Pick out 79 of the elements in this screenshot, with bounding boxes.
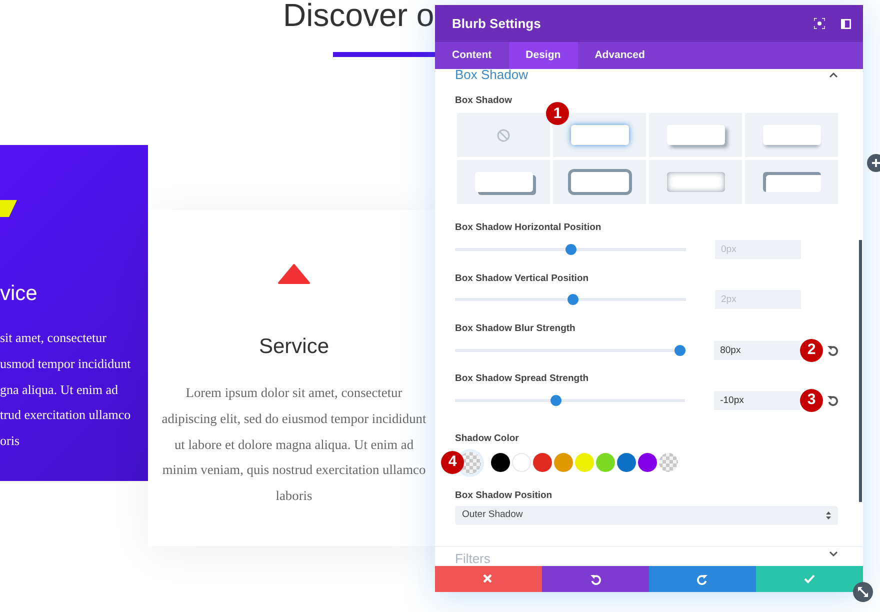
- color-swatch[interactable]: [617, 453, 636, 472]
- resize-icon: [858, 587, 868, 597]
- shadow-preview-icon: [762, 125, 820, 146]
- shadow-preview-icon: [762, 172, 820, 192]
- shadow-preset[interactable]: [553, 160, 646, 204]
- triangle-icon: [278, 264, 310, 284]
- field-label: Shadow Color: [455, 432, 520, 446]
- scrollbar[interactable]: [859, 240, 862, 502]
- slider-thumb[interactable]: [550, 394, 562, 406]
- undo-icon: [827, 394, 838, 406]
- value-field[interactable]: -10px: [714, 390, 800, 410]
- check-icon: [804, 574, 815, 584]
- color-swatch[interactable]: [638, 453, 657, 472]
- card-title: Service: [258, 334, 330, 360]
- sidebar-button[interactable]: [841, 18, 851, 28]
- field-label: Box Shadow Position: [455, 488, 554, 502]
- reset-button[interactable]: [827, 394, 838, 406]
- slider-thumb[interactable]: [674, 344, 686, 356]
- callout-badge: 4: [441, 450, 464, 474]
- sort-arrows-icon: [826, 510, 831, 520]
- focus-icon: [814, 18, 825, 29]
- position-select[interactable]: Outer Shadow: [455, 506, 838, 525]
- color-swatch[interactable]: [491, 453, 510, 472]
- undo-icon: [590, 574, 601, 584]
- save-button[interactable]: [756, 566, 863, 592]
- slider-thumb[interactable]: [565, 244, 576, 255]
- field-label: Box Shadow Blur Strength: [455, 322, 576, 336]
- card-text: usmod tempor incididunt: [0, 354, 132, 373]
- field-label: Box Shadow: [455, 94, 514, 108]
- callout-badge: 2: [800, 338, 823, 362]
- settings-tab[interactable]: Advanced: [578, 42, 662, 69]
- color-swatch[interactable]: [512, 453, 531, 472]
- shadow-preset[interactable]: [457, 160, 550, 204]
- card-text: gna aliqua. Ut enim ad: [0, 380, 120, 399]
- reset-button[interactable]: [827, 344, 838, 356]
- field-label: Box Shadow Vertical Position: [455, 272, 590, 286]
- resize-handle[interactable]: [853, 582, 873, 602]
- color-swatch[interactable]: [575, 453, 594, 472]
- card-text: trud exercitation ullamco: [0, 406, 132, 424]
- sidebar-icon: [841, 18, 851, 28]
- chevron-down-icon: [829, 550, 838, 557]
- color-swatch[interactable]: [596, 453, 615, 472]
- shadow-preview-icon: [570, 125, 628, 146]
- focus-button[interactable]: [814, 18, 825, 29]
- callout-badge: 3: [800, 388, 823, 412]
- add-button[interactable]: [867, 154, 880, 172]
- shadow-preview-icon: [474, 172, 532, 192]
- undo-icon: [827, 344, 838, 356]
- redo-icon: [697, 574, 708, 584]
- chevron-up-icon: [829, 72, 838, 78]
- shadow-preset[interactable]: [745, 160, 838, 204]
- page-heading: Discover o: [283, 0, 434, 30]
- settings-tab[interactable]: Design: [508, 42, 578, 69]
- settings-tab[interactable]: Content: [435, 42, 509, 69]
- value-field[interactable]: 2px: [715, 290, 801, 310]
- shadow-preview-icon: [666, 172, 724, 192]
- shadow-preview-icon: [666, 125, 724, 146]
- select-value: Outer Shadow: [462, 508, 523, 522]
- color-swatch[interactable]: [533, 453, 552, 472]
- field-label: Box Shadow Spread Strength: [455, 372, 590, 386]
- no-shadow-icon: [497, 128, 510, 142]
- section-header[interactable]: Box Shadow: [455, 69, 838, 86]
- modal-title: Blurb Settings: [452, 14, 542, 33]
- shadow-preview-icon: [570, 172, 628, 192]
- section-title: Filters: [455, 550, 490, 566]
- value-field[interactable]: 0px: [715, 240, 801, 259]
- transparent-swatch[interactable]: [659, 453, 678, 472]
- close-icon: [483, 574, 494, 584]
- card-text: Lorem ipsum dolor sit amet, consectetur adipiscing elit, sed do eiusmod tempor incididunt ut labore et dolore magna aliqua. Ut enim ad minim veniam, quis nostrud exercitation ullamco laboris: [160, 384, 428, 506]
- card-text: sit amet, consectetur: [0, 329, 108, 347]
- slider-thumb[interactable]: [567, 294, 578, 306]
- value-field[interactable]: 80px: [714, 340, 800, 360]
- card-title: vice: [0, 281, 38, 307]
- plus-icon: [872, 159, 880, 167]
- card-text: oris: [0, 432, 20, 450]
- color-swatch[interactable]: [554, 453, 573, 472]
- callout-badge: 1: [546, 102, 569, 126]
- field-label: Box Shadow Horizontal Position: [455, 221, 602, 236]
- section-title: Box Shadow: [455, 69, 528, 84]
